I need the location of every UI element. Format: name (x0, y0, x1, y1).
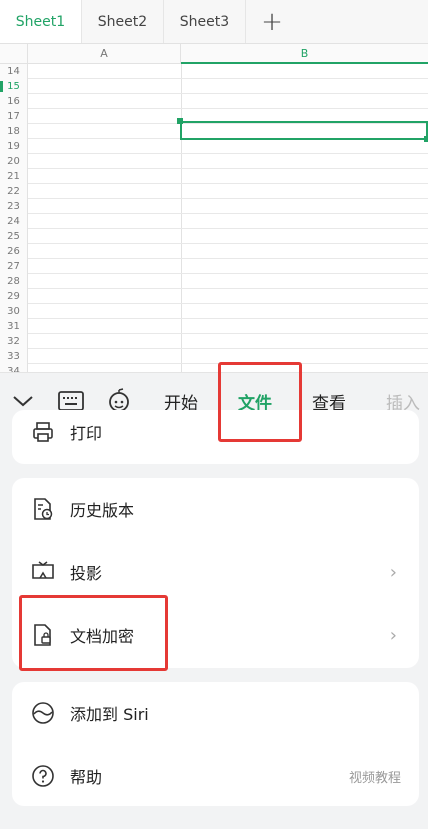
projection-item[interactable]: 投影 › (12, 544, 419, 600)
column-header-a[interactable]: A (28, 44, 181, 64)
print-item[interactable]: 打印 (12, 404, 419, 460)
row-number[interactable]: 15 (0, 79, 28, 94)
print-label: 打印 (70, 424, 103, 443)
row-number[interactable]: 14 (0, 64, 28, 79)
row-number[interactable]: 32 (0, 334, 28, 349)
help-label: 帮助 (70, 768, 103, 787)
history-doc-icon (30, 496, 56, 522)
grid-row[interactable]: 15 (0, 79, 428, 94)
row-number[interactable]: 24 (0, 214, 28, 229)
grid-row[interactable]: 16 (0, 94, 428, 109)
row-number[interactable]: 26 (0, 244, 28, 259)
projection-label: 投影 (70, 564, 103, 583)
row-number[interactable]: 21 (0, 169, 28, 184)
row-number[interactable]: 27 (0, 259, 28, 274)
grid-row[interactable]: 31 (0, 319, 428, 334)
grid-row[interactable]: 14 (0, 64, 428, 79)
row-number[interactable]: 30 (0, 304, 28, 319)
row-number[interactable]: 23 (0, 199, 28, 214)
siri-icon (30, 700, 56, 726)
column-header-b[interactable]: B (181, 44, 428, 64)
printer-icon (30, 419, 56, 445)
tab-sheet1[interactable]: Sheet1 (0, 0, 82, 43)
row-number[interactable]: 19 (0, 139, 28, 154)
grid-row[interactable]: 19 (0, 139, 428, 154)
grid-row[interactable]: 21 (0, 169, 428, 184)
grid-row[interactable]: 34 (0, 364, 428, 372)
chevron-right-icon: › (389, 561, 397, 583)
row-number[interactable]: 29 (0, 289, 28, 304)
row-number[interactable]: 31 (0, 319, 28, 334)
row-number[interactable]: 33 (0, 349, 28, 364)
grid-corner (0, 44, 28, 64)
add-to-siri-item[interactable]: 添加到 Siri (12, 685, 419, 741)
row-number[interactable]: 34 (0, 364, 28, 372)
help-card: 添加到 Siri 帮助 视频教程 (12, 682, 419, 806)
row-number[interactable]: 16 (0, 94, 28, 109)
spreadsheet-grid[interactable]: A B 14 15 16 17 18 19 20 21 22 23 24 25 26 27 28 29 30 31… (0, 44, 428, 372)
grid-row[interactable]: 29 (0, 289, 428, 304)
grid-row[interactable]: 30 (0, 304, 428, 319)
grid-row[interactable]: 24 (0, 214, 428, 229)
highlight-document-encryption (19, 595, 168, 671)
video-tutorial-link[interactable]: 视频教程 (349, 767, 401, 786)
print-card: 打印 (12, 410, 419, 464)
row-number[interactable]: 25 (0, 229, 28, 244)
grid-row[interactable]: 26 (0, 244, 428, 259)
grid-row[interactable]: 27 (0, 259, 428, 274)
add-sheet-button[interactable]: + (246, 0, 298, 43)
row-number[interactable]: 18 (0, 124, 28, 139)
row-number[interactable]: 22 (0, 184, 28, 199)
row-number[interactable]: 17 (0, 109, 28, 124)
tab-sheet2[interactable]: Sheet2 (82, 0, 164, 43)
tab-sheet3[interactable]: Sheet3 (164, 0, 246, 43)
grid-row[interactable]: 33 (0, 349, 428, 364)
selected-cell-b15[interactable] (180, 121, 428, 140)
chevron-right-icon: › (389, 624, 397, 646)
grid-row[interactable]: 23 (0, 199, 428, 214)
history-version-label: 历史版本 (70, 501, 135, 520)
help-item[interactable]: 帮助 视频教程 (12, 748, 419, 804)
selection-handle-end[interactable] (424, 136, 428, 142)
grid-row[interactable]: 22 (0, 184, 428, 199)
grid-row[interactable]: 28 (0, 274, 428, 289)
row-number[interactable]: 20 (0, 154, 28, 169)
sheet-tab-bar: Sheet1 Sheet2 Sheet3 + (0, 0, 428, 44)
selection-handle-start[interactable] (177, 118, 183, 124)
grid-row[interactable]: 20 (0, 154, 428, 169)
help-icon (30, 763, 56, 789)
projection-icon (30, 559, 56, 585)
grid-row[interactable]: 32 (0, 334, 428, 349)
highlight-file-menu (218, 362, 302, 442)
add-to-siri-label: 添加到 Siri (70, 705, 149, 724)
grid-row[interactable]: 25 (0, 229, 428, 244)
row-number[interactable]: 28 (0, 274, 28, 289)
history-version-item[interactable]: 历史版本 (12, 481, 419, 537)
